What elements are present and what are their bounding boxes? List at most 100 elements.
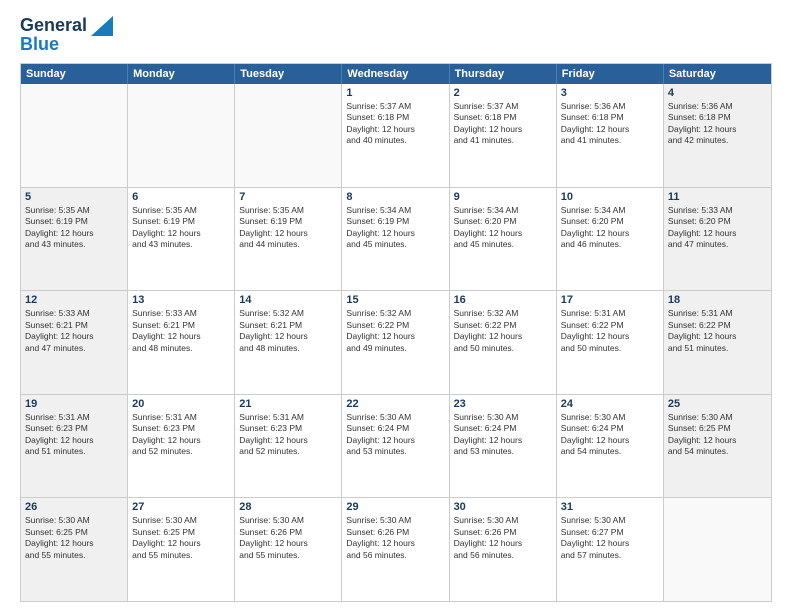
calendar-body: 1 Sunrise: 5:37 AMSunset: 6:18 PMDaylight… [21,84,771,601]
day-number: 30 [454,501,552,513]
day-number: 4 [668,87,767,99]
day-number: 10 [561,191,659,203]
logo-general: General [20,15,87,36]
calendar-cell: 28Sunrise: 5:30 AMSunset: 6:26 PMDayligh… [235,498,342,601]
calendar-cell [128,84,235,187]
calendar-cell: 25 Sunrise: 5:30 AMSunset: 6:25 PMDayligh… [664,395,771,498]
day-info: Sunrise: 5:33 AMSunset: 6:21 PMDaylight:… [25,308,123,354]
calendar-row-2: 12 Sunrise: 5:33 AMSunset: 6:21 PMDayligh… [21,290,771,394]
day-info: Sunrise: 5:32 AMSunset: 6:22 PMDaylight:… [454,308,552,354]
page: General Blue SundayMondayTuesdayWednesda… [0,0,792,612]
day-number: 26 [25,501,123,513]
calendar-cell: 11 Sunrise: 5:33 AMSunset: 6:20 PMDayligh… [664,188,771,291]
day-info: Sunrise: 5:32 AMSunset: 6:21 PMDaylight:… [239,308,337,354]
day-number: 8 [346,191,444,203]
day-number: 12 [25,294,123,306]
calendar: SundayMondayTuesdayWednesdayThursdayFrid… [20,63,772,602]
calendar-cell: 21 Sunrise: 5:31 AMSunset: 6:23 PMDayligh… [235,395,342,498]
calendar-cell: 4 Sunrise: 5:36 AMSunset: 6:18 PMDaylight… [664,84,771,187]
day-info: Sunrise: 5:30 AMSunset: 6:24 PMDaylight:… [454,412,552,458]
header-day-tuesday: Tuesday [235,64,342,84]
day-info: Sunrise: 5:30 AMSunset: 6:27 PMDaylight:… [561,515,659,561]
header-day-sunday: Sunday [21,64,128,84]
calendar-cell: 24 Sunrise: 5:30 AMSunset: 6:24 PMDayligh… [557,395,664,498]
day-info: Sunrise: 5:30 AMSunset: 6:26 PMDaylight:… [239,515,337,561]
day-number: 15 [346,294,444,306]
logo: General Blue [20,15,113,55]
calendar-cell: 23 Sunrise: 5:30 AMSunset: 6:24 PMDayligh… [450,395,557,498]
calendar-cell [21,84,128,187]
day-info: Sunrise: 5:33 AMSunset: 6:20 PMDaylight:… [668,205,767,251]
day-info: Sunrise: 5:30 AMSunset: 6:25 PMDaylight:… [25,515,123,561]
day-info: Sunrise: 5:32 AMSunset: 6:22 PMDaylight:… [346,308,444,354]
day-number: 17 [561,294,659,306]
header-day-saturday: Saturday [664,64,771,84]
day-info: Sunrise: 5:31 AMSunset: 6:23 PMDaylight:… [25,412,123,458]
logo-blue: Blue [20,34,59,55]
calendar-cell: 31Sunrise: 5:30 AMSunset: 6:27 PMDayligh… [557,498,664,601]
day-info: Sunrise: 5:35 AMSunset: 6:19 PMDaylight:… [25,205,123,251]
calendar-row-0: 1 Sunrise: 5:37 AMSunset: 6:18 PMDaylight… [21,84,771,187]
header-day-thursday: Thursday [450,64,557,84]
calendar-row-3: 19 Sunrise: 5:31 AMSunset: 6:23 PMDayligh… [21,394,771,498]
day-info: Sunrise: 5:31 AMSunset: 6:22 PMDaylight:… [561,308,659,354]
day-info: Sunrise: 5:34 AMSunset: 6:20 PMDaylight:… [454,205,552,251]
calendar-cell: 10 Sunrise: 5:34 AMSunset: 6:20 PMDayligh… [557,188,664,291]
day-number: 9 [454,191,552,203]
calendar-row-4: 26 Sunrise: 5:30 AMSunset: 6:25 PMDayligh… [21,497,771,601]
day-number: 1 [346,87,444,99]
day-info: Sunrise: 5:33 AMSunset: 6:21 PMDaylight:… [132,308,230,354]
day-info: Sunrise: 5:35 AMSunset: 6:19 PMDaylight:… [132,205,230,251]
day-info: Sunrise: 5:30 AMSunset: 6:24 PMDaylight:… [346,412,444,458]
calendar-row-1: 5 Sunrise: 5:35 AMSunset: 6:19 PMDaylight… [21,187,771,291]
day-number: 14 [239,294,337,306]
day-number: 5 [25,191,123,203]
calendar-cell: 7Sunrise: 5:35 AMSunset: 6:19 PMDaylight… [235,188,342,291]
day-info: Sunrise: 5:30 AMSunset: 6:26 PMDaylight:… [454,515,552,561]
day-number: 13 [132,294,230,306]
calendar-cell: 15 Sunrise: 5:32 AMSunset: 6:22 PMDayligh… [342,291,449,394]
calendar-cell: 29Sunrise: 5:30 AMSunset: 6:26 PMDayligh… [342,498,449,601]
calendar-cell: 13 Sunrise: 5:33 AMSunset: 6:21 PMDayligh… [128,291,235,394]
day-info: Sunrise: 5:30 AMSunset: 6:24 PMDaylight:… [561,412,659,458]
day-info: Sunrise: 5:36 AMSunset: 6:18 PMDaylight:… [561,101,659,147]
header-day-monday: Monday [128,64,235,84]
calendar-cell: 20Sunrise: 5:31 AMSunset: 6:23 PMDayligh… [128,395,235,498]
day-info: Sunrise: 5:34 AMSunset: 6:19 PMDaylight:… [346,205,444,251]
day-info: Sunrise: 5:37 AMSunset: 6:18 PMDaylight:… [454,101,552,147]
day-number: 24 [561,398,659,410]
day-number: 18 [668,294,767,306]
calendar-cell [235,84,342,187]
calendar-cell: 14 Sunrise: 5:32 AMSunset: 6:21 PMDayligh… [235,291,342,394]
day-number: 23 [454,398,552,410]
day-number: 2 [454,87,552,99]
header-day-wednesday: Wednesday [342,64,449,84]
day-number: 25 [668,398,767,410]
day-number: 3 [561,87,659,99]
day-info: Sunrise: 5:36 AMSunset: 6:18 PMDaylight:… [668,101,767,147]
day-info: Sunrise: 5:31 AMSunset: 6:23 PMDaylight:… [239,412,337,458]
day-number: 6 [132,191,230,203]
calendar-cell: 18 Sunrise: 5:31 AMSunset: 6:22 PMDayligh… [664,291,771,394]
day-number: 19 [25,398,123,410]
day-info: Sunrise: 5:30 AMSunset: 6:25 PMDaylight:… [668,412,767,458]
header: General Blue [20,15,772,55]
day-number: 11 [668,191,767,203]
calendar-cell: 2 Sunrise: 5:37 AMSunset: 6:18 PMDaylight… [450,84,557,187]
calendar-cell: 8 Sunrise: 5:34 AMSunset: 6:19 PMDaylight… [342,188,449,291]
calendar-cell: 12 Sunrise: 5:33 AMSunset: 6:21 PMDayligh… [21,291,128,394]
day-number: 22 [346,398,444,410]
calendar-cell: 3 Sunrise: 5:36 AMSunset: 6:18 PMDaylight… [557,84,664,187]
day-number: 20 [132,398,230,410]
day-number: 27 [132,501,230,513]
day-info: Sunrise: 5:35 AMSunset: 6:19 PMDaylight:… [239,205,337,251]
day-number: 21 [239,398,337,410]
calendar-cell: 5 Sunrise: 5:35 AMSunset: 6:19 PMDaylight… [21,188,128,291]
day-info: Sunrise: 5:34 AMSunset: 6:20 PMDaylight:… [561,205,659,251]
day-info: Sunrise: 5:37 AMSunset: 6:18 PMDaylight:… [346,101,444,147]
calendar-cell [664,498,771,601]
header-day-friday: Friday [557,64,664,84]
day-info: Sunrise: 5:31 AMSunset: 6:22 PMDaylight:… [668,308,767,354]
day-info: Sunrise: 5:30 AMSunset: 6:26 PMDaylight:… [346,515,444,561]
day-number: 16 [454,294,552,306]
